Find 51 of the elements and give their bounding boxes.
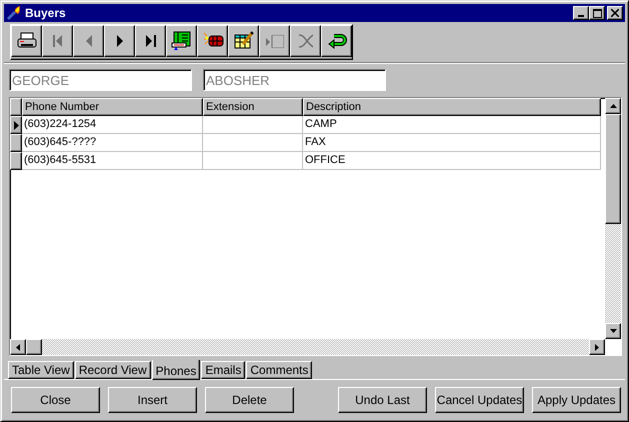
maximize-icon [592, 8, 602, 18]
toolbar-button[interactable] [228, 25, 259, 57]
table-cell: (603)224-1254 [22, 116, 203, 134]
toolbar-button[interactable] [321, 25, 352, 57]
scroll-thumb[interactable] [605, 114, 621, 224]
table-cell: OFFICE [303, 152, 601, 170]
tab[interactable]: Phones [152, 360, 200, 380]
column-header[interactable]: Description [303, 98, 601, 116]
right-arrow-icon [595, 344, 599, 350]
column-header[interactable]: Extension [203, 98, 303, 116]
close-button[interactable] [607, 6, 623, 20]
toolbar-button[interactable] [166, 25, 197, 57]
name-field[interactable]: GEORGE [9, 69, 192, 91]
left-arrow-icon [16, 344, 20, 350]
dialog-button[interactable]: Undo Last [338, 387, 427, 413]
dialog-button[interactable]: Apply Updates [532, 387, 621, 413]
tab[interactable]: Emails [201, 361, 246, 379]
tab[interactable]: Comments [246, 361, 312, 379]
close-icon [611, 9, 619, 17]
table-cell: (603)645-5531 [22, 152, 203, 170]
tab[interactable]: Record View [74, 361, 151, 379]
toolbar-button[interactable] [11, 25, 42, 57]
table-cell: (603)645-???? [22, 134, 203, 152]
name-field[interactable]: ABOSHER [203, 69, 386, 91]
scroll-right-button[interactable] [589, 339, 605, 355]
scroll-left-button[interactable] [10, 339, 26, 355]
torch-icon [6, 5, 22, 21]
toolbar-button[interactable] [104, 25, 135, 57]
tab[interactable]: Table View [8, 361, 74, 379]
scroll-up-button[interactable] [605, 98, 621, 114]
down-arrow-icon [610, 329, 616, 333]
dialog-button[interactable]: Insert [108, 387, 197, 413]
horizontal-scrollbar[interactable] [10, 339, 605, 355]
column-header[interactable]: Phone Number [22, 98, 203, 116]
vertical-scrollbar[interactable] [605, 98, 621, 339]
row-indicator[interactable] [10, 116, 22, 134]
dialog-button[interactable]: Delete [205, 387, 294, 413]
row-indicator[interactable] [10, 134, 22, 152]
scroll-thumb[interactable] [26, 339, 42, 355]
row-indicator[interactable] [10, 152, 22, 170]
table-cell: CAMP [303, 116, 601, 134]
up-arrow-icon [610, 104, 616, 108]
maximize-button[interactable] [589, 6, 605, 20]
dialog-button[interactable]: Cancel Updates [435, 387, 524, 413]
scroll-down-button[interactable] [605, 323, 621, 339]
dialog-button[interactable]: Close [11, 387, 100, 413]
table-cell: FAX [303, 134, 601, 152]
window-title: Buyers [25, 6, 67, 20]
minimize-button[interactable] [573, 6, 589, 20]
toolbar-button[interactable] [135, 25, 166, 57]
toolbar-button[interactable] [197, 25, 228, 57]
